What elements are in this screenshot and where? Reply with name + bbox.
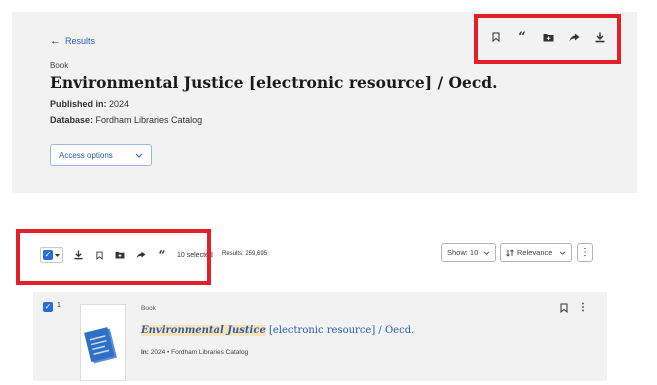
book-cover-thumbnail [80,304,126,381]
chevron-down-icon [559,251,566,255]
back-to-results-link[interactable]: ← Results [50,35,95,47]
page-size-select[interactable]: Show: 10 [441,243,496,262]
checkbox-checked-icon: ✓ [43,302,53,312]
access-options-button[interactable]: Access options [50,144,152,166]
page-size-label: Show: 10 [447,248,479,257]
sort-value: Relevance [506,248,552,257]
access-options-label: Access options [59,150,113,160]
results-count: Results: 259,695 [222,251,268,257]
chevron-down-icon [135,151,143,160]
more-options-button[interactable]: ⋮ [577,243,593,262]
arrow-left-icon: ← [50,35,61,47]
more-vertical-icon: ⋮ [580,247,590,258]
result-meta-value: 2024 • Fordham Libraries Catalog [148,349,249,356]
result-checkbox[interactable]: ✓ [43,302,53,312]
result-number: 1 [57,302,61,309]
bookmark-icon[interactable] [558,302,570,314]
result-type: Book [141,305,156,312]
chevron-down-icon [483,251,490,255]
sort-icon [506,248,514,257]
database-info: Database: Fordham Libraries Catalog [50,115,202,125]
highlight-box-bulk-actions [16,229,211,285]
sort-label: Relevance [517,248,553,257]
database-label: Database: [50,115,94,125]
book-cover-icon [84,327,118,364]
result-meta: In: 2024 • Fordham Libraries Catalog [141,349,248,356]
result-title-rest: [electronic resource] / Oecd. [265,325,415,336]
published-info: Published in: 2024 [50,99,129,109]
published-label: Published in: [50,99,107,109]
sort-select[interactable]: Relevance [500,243,572,262]
result-meta-label: In: [141,349,149,356]
database-value: Fordham Libraries Catalog [93,115,203,125]
result-title-link[interactable]: Environmental Justice [electronic resour… [141,325,414,336]
highlight-box-record-actions [474,14,621,64]
published-value: 2024 [106,99,130,109]
result-title-highlight: Environmental Justice [141,325,266,336]
back-link-label: Results [65,36,96,46]
record-title: Environmental Justice [electronic resour… [50,73,498,92]
result-more-options-icon[interactable]: ⋮ [578,302,588,313]
record-type: Book [50,61,69,70]
